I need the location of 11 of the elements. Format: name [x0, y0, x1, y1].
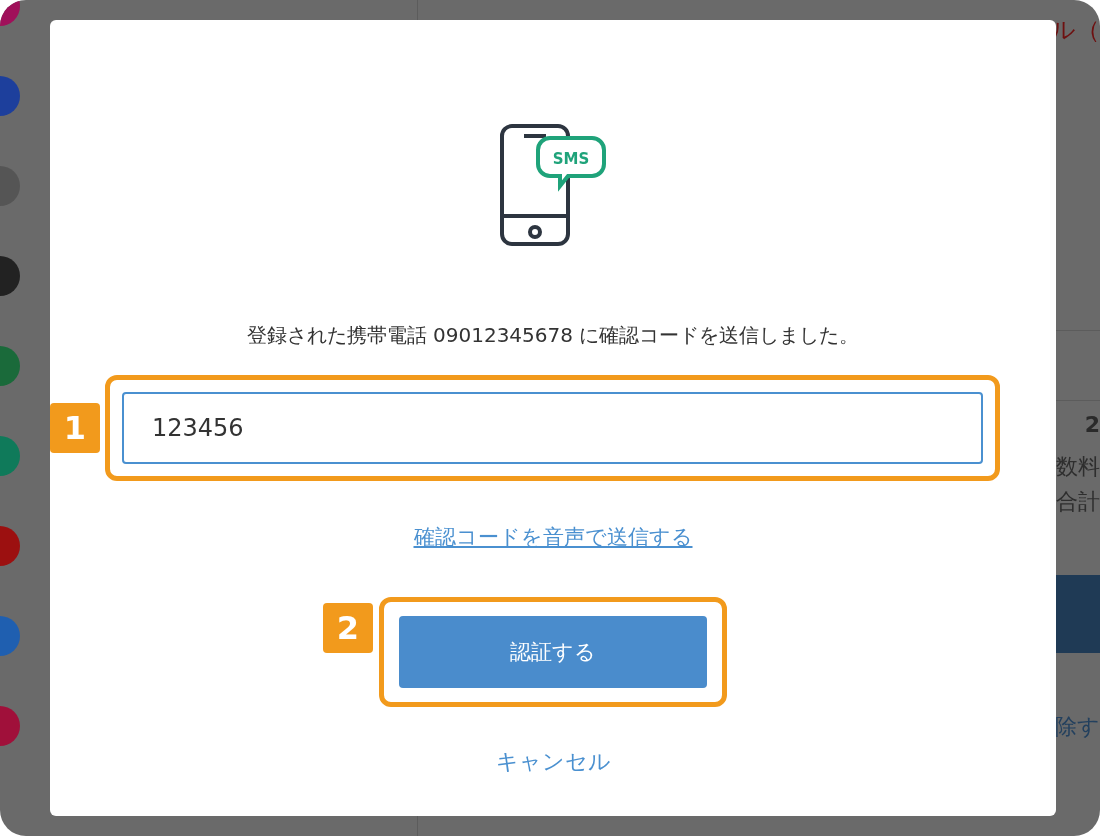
remove-link[interactable]: 除す	[1055, 712, 1100, 742]
step-badge: 1	[50, 403, 100, 453]
voice-code-link[interactable]: 確認コードを音声で送信する	[413, 523, 693, 551]
cancel-link[interactable]: キャンセル	[495, 747, 611, 777]
step-badge: 2	[323, 603, 373, 653]
code-input-field[interactable]: 123456	[122, 392, 983, 464]
total-label: 合計	[1056, 488, 1100, 516]
fee-label: 数料	[1056, 453, 1100, 481]
message-text: 登録された携帯電話 09012345678 に確認コードを送信しました。	[246, 322, 860, 349]
amount-text: 2	[1084, 412, 1100, 437]
verify-button[interactable]: 認証する	[399, 616, 707, 688]
